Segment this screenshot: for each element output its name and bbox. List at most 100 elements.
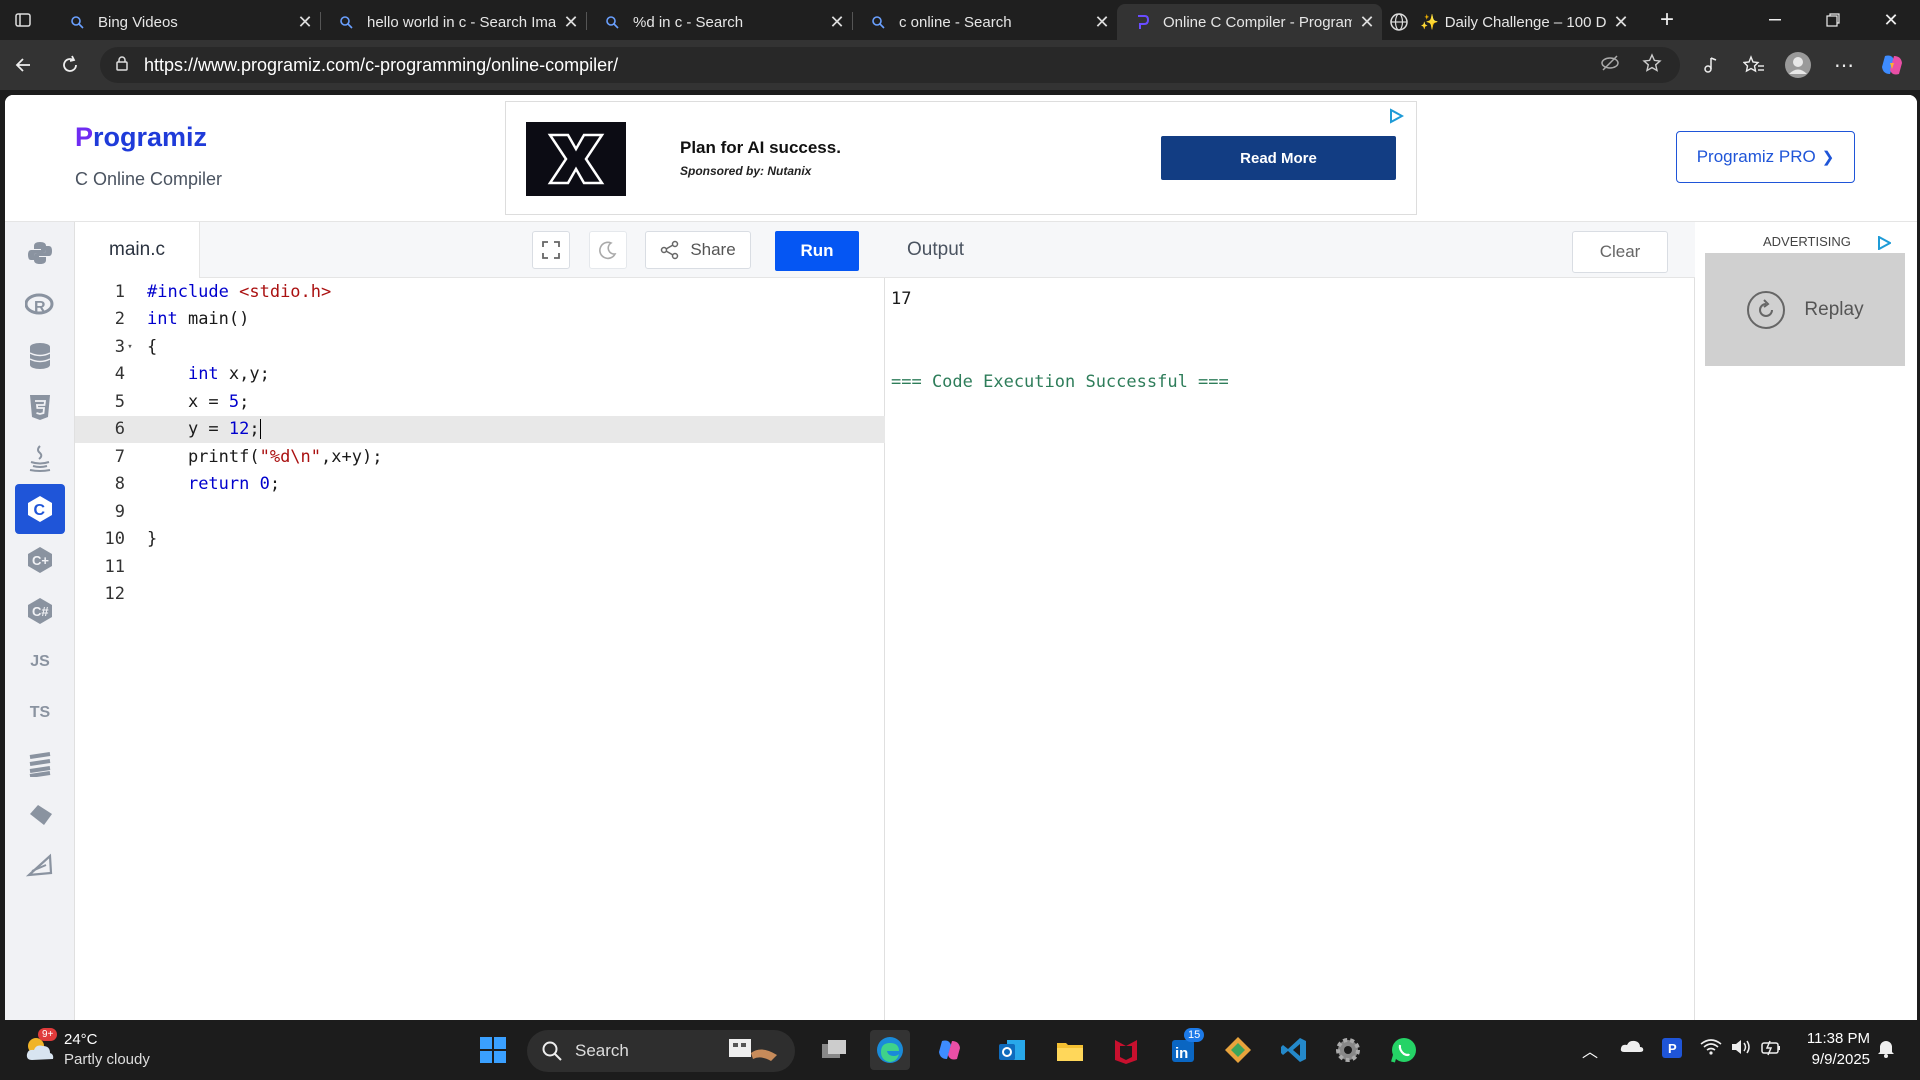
url-field[interactable]: https://www.programiz.com/c-programming/… bbox=[100, 47, 1680, 83]
fullscreen-icon bbox=[542, 241, 560, 259]
taskbar-search[interactable]: Search bbox=[527, 1030, 795, 1072]
profile-avatar-icon[interactable] bbox=[1782, 49, 1814, 81]
minimize-button[interactable] bbox=[1752, 0, 1798, 40]
output-text[interactable]: 17 === Code Execution Successful === bbox=[891, 286, 1229, 396]
sidebar-item-js[interactable]: JS bbox=[15, 637, 65, 687]
tab-hello-world[interactable]: hello world in c - Search Ima ✕ bbox=[321, 4, 586, 40]
tab-actions-button[interactable] bbox=[0, 0, 46, 40]
tab-c-online[interactable]: c online - Search ✕ bbox=[853, 4, 1117, 40]
tab-online-c-compiler[interactable]: Online C Compiler - Program ✕ bbox=[1117, 4, 1382, 40]
settings-taskbar-icon[interactable] bbox=[1328, 1030, 1368, 1070]
new-tab-button[interactable]: + bbox=[1644, 0, 1690, 40]
code-line[interactable]: 11 bbox=[75, 553, 885, 581]
restore-button[interactable] bbox=[1810, 0, 1856, 40]
mcafee-taskbar-icon[interactable] bbox=[1106, 1030, 1146, 1070]
whatsapp-taskbar-icon[interactable] bbox=[1384, 1030, 1424, 1070]
ad-sponsor: Sponsored by: Nutanix bbox=[680, 164, 812, 178]
programiz-logo[interactable]: Programiz bbox=[75, 122, 207, 153]
address-bar-row: https://www.programiz.com/c-programming/… bbox=[0, 40, 1920, 90]
dark-mode-button[interactable] bbox=[589, 231, 627, 269]
tab-close-icon[interactable]: ✕ bbox=[290, 12, 320, 33]
favorites-icon[interactable] bbox=[1738, 49, 1770, 81]
start-button[interactable] bbox=[473, 1030, 513, 1070]
page-subtitle: C Online Compiler bbox=[75, 169, 223, 189]
sidebar-item-csharp[interactable]: C# bbox=[15, 586, 65, 636]
tracking-prevention-icon[interactable] bbox=[1600, 53, 1620, 78]
clock-time[interactable]: 11:38 PM bbox=[1804, 1030, 1870, 1047]
sidebar-item-sql[interactable] bbox=[15, 331, 65, 381]
code-line[interactable]: 9 bbox=[75, 498, 885, 526]
notification-bell-icon[interactable] bbox=[1876, 1038, 1896, 1062]
outlook-taskbar-icon[interactable] bbox=[992, 1030, 1032, 1070]
back-button[interactable] bbox=[8, 49, 40, 81]
fold-arrow-icon[interactable]: ▾ bbox=[125, 342, 135, 352]
task-view-icon[interactable] bbox=[814, 1030, 854, 1070]
copilot-taskbar-icon[interactable] bbox=[930, 1030, 970, 1070]
sidebar-item-go[interactable] bbox=[15, 739, 65, 789]
tab-label: c online - Search bbox=[899, 13, 1012, 31]
weather-desc[interactable]: Partly cloudy bbox=[64, 1051, 150, 1068]
sidebar-item-php[interactable] bbox=[15, 790, 65, 840]
volume-icon[interactable] bbox=[1730, 1038, 1752, 1060]
close-window-button[interactable]: ✕ bbox=[1868, 0, 1914, 40]
read-aloud-icon[interactable] bbox=[1694, 49, 1726, 81]
code-line[interactable]: 8 return 0; bbox=[75, 471, 885, 499]
run-button[interactable]: Run bbox=[775, 231, 859, 271]
more-menu-icon[interactable]: ⋯ bbox=[1828, 49, 1860, 81]
code-line[interactable]: 7 printf("%d\n",x+y); bbox=[75, 443, 885, 471]
ad-read-more-button[interactable]: Read More bbox=[1161, 136, 1396, 180]
onedrive-icon[interactable] bbox=[1620, 1038, 1644, 1058]
favorite-star-icon[interactable] bbox=[1642, 52, 1662, 78]
clock-date[interactable]: 9/9/2025 bbox=[1804, 1051, 1870, 1068]
wifi-icon[interactable] bbox=[1700, 1038, 1722, 1060]
linkedin-taskbar-icon[interactable]: in 15 bbox=[1164, 1028, 1205, 1070]
code-line[interactable]: 4 int x,y; bbox=[75, 361, 885, 389]
sidebar-item-java[interactable] bbox=[15, 433, 65, 483]
battery-icon[interactable] bbox=[1760, 1038, 1782, 1060]
sidebar-item-ts[interactable]: TS bbox=[15, 688, 65, 738]
line-number: 8 bbox=[114, 474, 125, 495]
file-explorer-taskbar-icon[interactable] bbox=[1050, 1030, 1090, 1070]
adchoices-icon[interactable] bbox=[1388, 108, 1405, 129]
tab-bing-videos[interactable]: Bing Videos ✕ bbox=[52, 4, 320, 40]
weather-temp[interactable]: 24°C bbox=[64, 1031, 98, 1048]
sidebar-item-html[interactable] bbox=[15, 382, 65, 432]
sidebar-item-c[interactable]: C bbox=[15, 484, 65, 534]
tab-close-icon[interactable]: ✕ bbox=[1606, 12, 1636, 33]
programiz-favicon-icon bbox=[1131, 14, 1153, 30]
tab-close-icon[interactable]: ✕ bbox=[1352, 12, 1382, 33]
share-button[interactable]: Share bbox=[645, 231, 751, 269]
replay-button[interactable]: Replay bbox=[1705, 253, 1905, 366]
fullscreen-button[interactable] bbox=[532, 231, 570, 269]
code-line[interactable]: 10} bbox=[75, 526, 885, 554]
programiz-tray-icon[interactable]: P bbox=[1662, 1038, 1682, 1062]
programiz-pro-button[interactable]: Programiz PRO ❯ bbox=[1676, 131, 1855, 183]
refresh-button[interactable] bbox=[54, 49, 86, 81]
tab-percent-d[interactable]: %d in c - Search ✕ bbox=[587, 4, 852, 40]
tab-close-icon[interactable]: ✕ bbox=[822, 12, 852, 33]
tab-close-icon[interactable]: ✕ bbox=[556, 12, 586, 33]
vscode-taskbar-icon[interactable] bbox=[1274, 1030, 1314, 1070]
code-area[interactable]: 1 #include <stdio.h> 2 int main() 3 ▾ {4 int x… bbox=[75, 278, 885, 1020]
sidebar-item-cpp[interactable]: C+ bbox=[15, 535, 65, 585]
tab-close-icon[interactable]: ✕ bbox=[1087, 12, 1117, 33]
code-line[interactable]: 12 bbox=[75, 581, 885, 609]
show-hidden-icons[interactable]: ︿ bbox=[1582, 1038, 1598, 1062]
code-line[interactable]: 6 y = 12; bbox=[75, 415, 885, 443]
file-tab-main-c[interactable]: main.c bbox=[75, 222, 200, 278]
sidebar-item-python[interactable] bbox=[15, 228, 65, 278]
edge-taskbar-icon[interactable] bbox=[870, 1030, 910, 1070]
code-line[interactable]: 5 x = 5; bbox=[75, 388, 885, 416]
sidebar-item-swift[interactable] bbox=[15, 841, 65, 891]
git-app-taskbar-icon[interactable] bbox=[1218, 1030, 1258, 1070]
sidebar-item-r[interactable]: R bbox=[15, 280, 65, 330]
code-line[interactable]: 1 #include <stdio.h> bbox=[75, 278, 885, 306]
banner-ad[interactable]: Plan for AI success. Sponsored by: Nutan… bbox=[505, 101, 1417, 215]
browser-tab-bar: Bing Videos ✕ hello world in c - Search … bbox=[0, 0, 1920, 40]
weather-widget-icon[interactable]: 9+ bbox=[22, 1028, 62, 1070]
tab-daily-challenge[interactable]: ✨ Daily Challenge – 100 Da ✕ bbox=[1384, 4, 1636, 40]
code-line[interactable]: 3 ▾ { bbox=[75, 333, 885, 361]
clear-button[interactable]: Clear bbox=[1572, 231, 1668, 273]
copilot-icon[interactable] bbox=[1876, 49, 1908, 81]
code-line[interactable]: 2 int main() bbox=[75, 306, 885, 334]
